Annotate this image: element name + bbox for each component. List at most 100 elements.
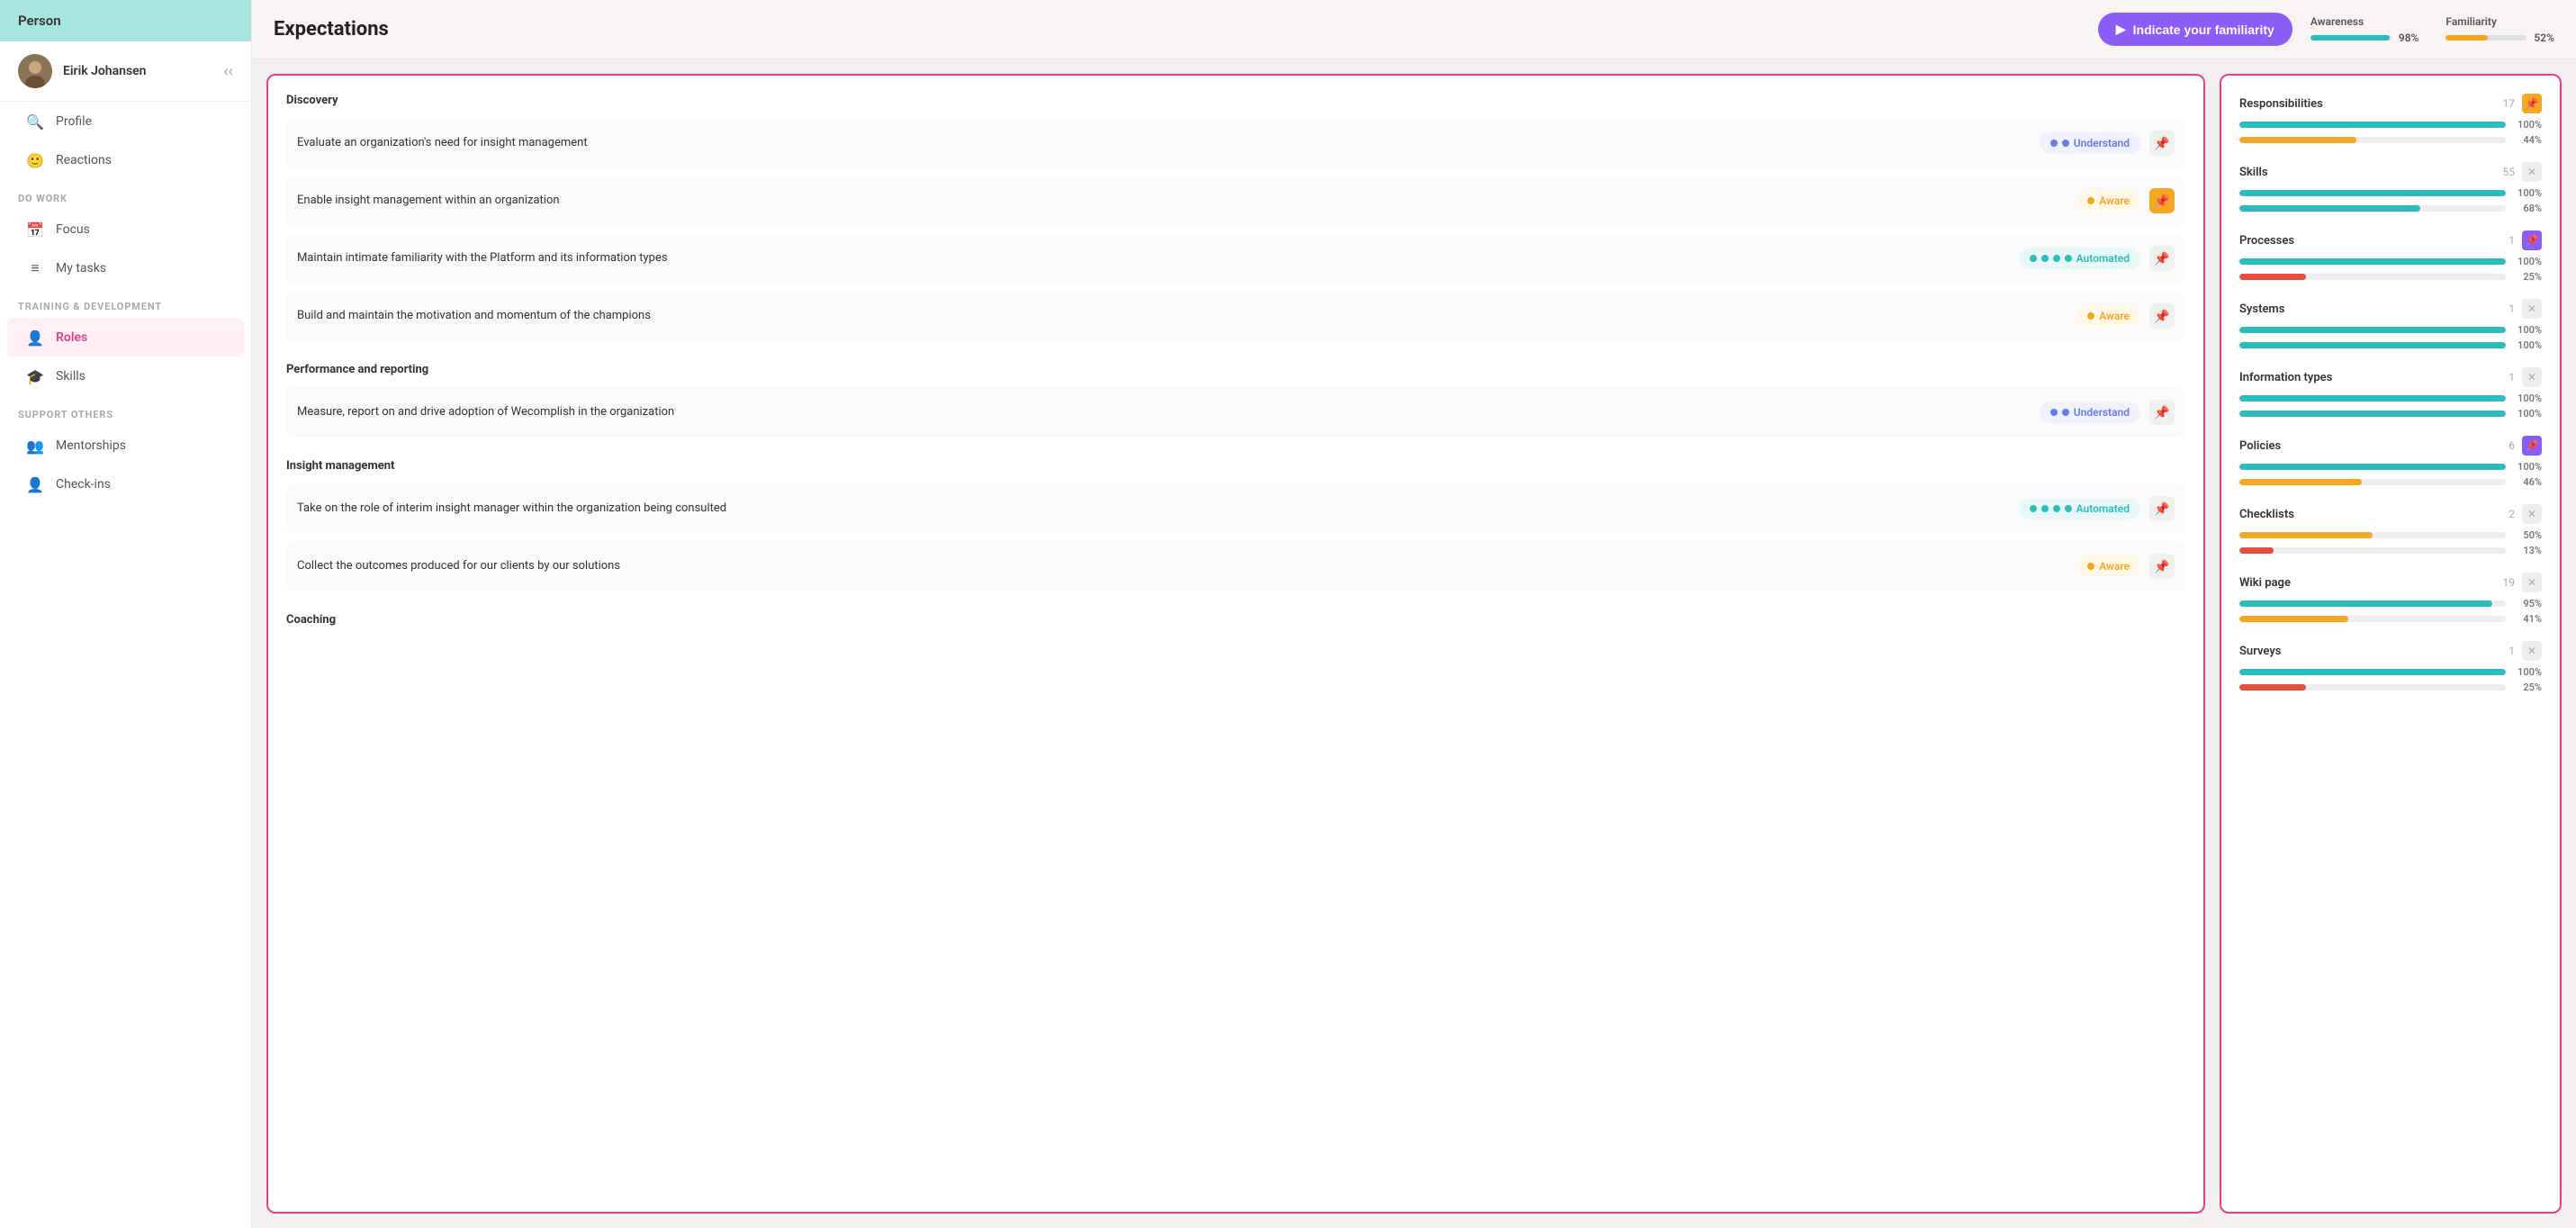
resource-bar [2239,532,2506,538]
sidebar-item-label: Roles [56,330,87,345]
resource-row: Skills 55 ✕ 100% 68% [2239,162,2542,214]
resource-bar-fill [2239,669,2506,675]
aware-badge: Aware [2076,190,2140,212]
pin-button[interactable]: 📌 [2149,400,2175,425]
resource-pct: 100% [2513,393,2542,404]
reactions-icon: 🙂 [25,150,45,170]
sidebar-item-label: Profile [56,114,92,129]
pin-button[interactable]: 📌 [2149,303,2175,329]
resource-pct: 100% [2513,119,2542,131]
expectation-text: Maintain intimate familiarity with the P… [297,250,2010,266]
resource-bar [2239,479,2506,485]
indicate-familiarity-button[interactable]: ▶ Indicate your familiarity [2098,13,2292,46]
resource-pin-button[interactable]: 📌 [2522,230,2542,250]
resource-bar [2239,122,2506,128]
resource-bar-row: 100% [2239,187,2542,199]
resource-pin-button[interactable]: ✕ [2522,299,2542,319]
sidebar-item-reactions[interactable]: 🙂 Reactions [7,141,244,179]
expectation-text: Take on the role of interim insight mana… [297,501,2010,517]
resource-bar-fill [2239,395,2506,402]
sidebar-collapse-icon[interactable]: ‹‹ [223,62,233,81]
awareness-metric: Awareness 98% [2310,15,2419,44]
resource-bar [2239,547,2506,554]
resource-pin-button[interactable]: ✕ [2522,641,2542,661]
sidebar-header: Person [0,0,251,41]
sidebar-item-focus[interactable]: 📅 Focus [7,211,244,248]
resource-bar-fill [2239,190,2506,196]
resource-bar-fill [2239,327,2506,333]
resource-pct: 25% [2513,682,2542,693]
resource-pin-button[interactable]: ✕ [2522,162,2542,182]
resource-bar-fill [2239,479,2362,485]
resource-count: 1 [2508,302,2515,315]
sidebar-item-roles[interactable]: 👤 Roles [7,319,244,357]
expectations-panel: Discovery Evaluate an organization's nee… [266,74,2205,1214]
awareness-pct: 98% [2399,32,2419,44]
sidebar-item-label: Mentorships [56,438,126,453]
expectation-text: Build and maintain the motivation and mo… [297,308,2067,324]
pin-button[interactable]: 📌 [2149,554,2175,579]
search-icon: 🔍 [25,112,45,131]
resource-bars: 100% 25% [2239,256,2542,283]
resource-bars: 100% 25% [2239,666,2542,693]
resource-bar-row: 44% [2239,134,2542,146]
badge-label: Aware [2099,310,2130,322]
badge-label: Understand [2074,137,2130,149]
pin-button[interactable]: 📌 [2149,188,2175,213]
content-area: Discovery Evaluate an organization's nee… [252,59,2576,1228]
badge-dot [2041,505,2049,512]
page-title: Expectations [274,18,2080,41]
sidebar-item-my-tasks[interactable]: ≡ My tasks [7,249,244,287]
sidebar: Person Eirik Johansen ‹‹ 🔍 Profile 🙂 Rea… [0,0,252,1228]
badge-label: Automated [2076,252,2130,265]
resource-count: 6 [2508,439,2515,452]
aware-badge: Aware [2076,305,2140,327]
sidebar-item-label: Skills [56,369,86,384]
sidebar-item-label: Reactions [56,153,112,167]
sidebar-item-check-ins[interactable]: 👤 Check-ins [7,465,244,503]
resource-row: Wiki page 19 ✕ 95% 41% [2239,573,2542,625]
resource-name: Policies [2239,439,2498,453]
resource-count: 55 [2503,166,2516,178]
badge-dot [2062,409,2069,416]
badge-dot [2030,505,2037,512]
badge-dot [2053,505,2060,512]
right-panel: Responsibilities 17 📌 100% 44% Skills [2220,74,2562,1214]
topbar: Expectations ▶ Indicate your familiarity… [252,0,2576,59]
resource-bar-fill [2239,411,2506,417]
resource-bars: 100% 68% [2239,187,2542,214]
resource-pin-button[interactable]: ✕ [2522,367,2542,387]
resource-bar [2239,395,2506,402]
table-row: Measure, report on and drive adoption of… [286,387,2185,438]
badge-label: Understand [2074,406,2130,419]
resource-bar [2239,411,2506,417]
resource-count: 17 [2503,97,2516,110]
resource-bar-row: 95% [2239,598,2542,609]
table-row: Enable insight management within an orga… [286,176,2185,226]
resource-row: Surveys 1 ✕ 100% 25% [2239,641,2542,693]
resource-bar-row: 100% [2239,666,2542,678]
sidebar-item-skills[interactable]: 🎓 Skills [7,357,244,395]
resource-bar [2239,669,2506,675]
resource-bar-fill [2239,122,2506,128]
resource-row: Responsibilities 17 📌 100% 44% [2239,94,2542,146]
avatar [18,54,52,88]
pin-button[interactable]: 📌 [2149,496,2175,521]
resource-pin-button[interactable]: ✕ [2522,504,2542,524]
resource-bar [2239,205,2506,212]
resource-pin-button[interactable]: ✕ [2522,573,2542,592]
resource-bar-fill [2239,137,2356,143]
play-icon: ▶ [2116,22,2126,37]
table-row: Build and maintain the motivation and mo… [286,291,2185,341]
familiarity-bar-fill [2445,35,2488,41]
resource-pin-button[interactable]: 📌 [2522,436,2542,456]
sidebar-item-mentorships[interactable]: 👥 Mentorships [7,427,244,465]
pin-button[interactable]: 📌 [2149,131,2175,156]
pin-button[interactable]: 📌 [2149,246,2175,271]
resource-pin-button[interactable]: 📌 [2522,94,2542,113]
badge-dot [2030,255,2037,262]
resource-pct: 100% [2513,187,2542,199]
sidebar-item-profile[interactable]: 🔍 Profile [7,103,244,140]
automated-badge: Automated [2019,248,2140,269]
indicate-btn-label: Indicate your familiarity [2133,23,2274,37]
